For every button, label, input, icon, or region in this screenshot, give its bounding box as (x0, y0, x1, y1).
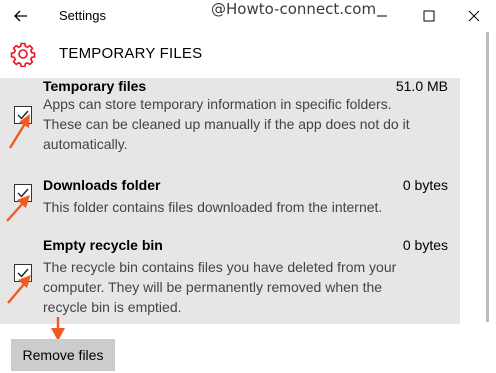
item-size: 51.0 MB (395, 78, 448, 94)
item-title: Empty recycle bin (43, 237, 163, 253)
scrollbar[interactable] (486, 32, 489, 322)
item-title: Temporary files (43, 78, 147, 94)
description-line: computer. They will be permanently remov… (43, 279, 383, 295)
list-item-empty-recycle-bin: Empty recycle bin 0 bytes The recycle bi… (0, 236, 460, 316)
page-header: TEMPORARY FILES (0, 32, 496, 78)
back-button[interactable] (8, 4, 34, 28)
maximize-icon (423, 10, 435, 22)
item-description: This folder contains files downloaded fr… (43, 197, 449, 217)
back-arrow-icon (14, 10, 27, 22)
item-title: Downloads folder (43, 177, 161, 193)
annotation-arrow-icon (8, 114, 30, 149)
item-size: 0 bytes (402, 237, 448, 253)
watermark-text: @Howto-connect.com (211, 0, 377, 18)
remove-files-button[interactable]: Remove files (11, 339, 115, 371)
minimize-icon (377, 15, 387, 17)
title-bar: Settings @Howto-connect.com (0, 0, 496, 32)
annotation-arrow-icon (6, 195, 30, 222)
description-line: This folder contains files downloaded fr… (43, 199, 383, 215)
list-item-temporary-files: Temporary files 51.0 MB Apps can store t… (0, 78, 460, 158)
page-title: TEMPORARY FILES (59, 45, 203, 62)
list-item-downloads-folder: Downloads folder 0 bytes This folder con… (0, 176, 460, 216)
description-line: Apps can store temporary information in … (43, 96, 392, 112)
close-icon (468, 10, 480, 22)
description-line: The recycle bin contains files you have … (43, 259, 397, 275)
minimize-button[interactable] (360, 0, 404, 32)
window-title: Settings (59, 8, 106, 23)
description-line: recycle bin is emptied. (43, 299, 182, 315)
annotation-arrow-icon (7, 275, 31, 304)
item-size: 0 bytes (402, 177, 448, 193)
maximize-button[interactable] (407, 0, 451, 32)
gear-icon (10, 42, 36, 67)
close-button[interactable] (452, 0, 496, 32)
description-line: These can be cleaned up manually if the … (43, 116, 410, 132)
description-line: automatically. (43, 136, 128, 152)
item-description: Apps can store temporary information in … (43, 94, 449, 154)
item-description: The recycle bin contains files you have … (43, 257, 449, 317)
